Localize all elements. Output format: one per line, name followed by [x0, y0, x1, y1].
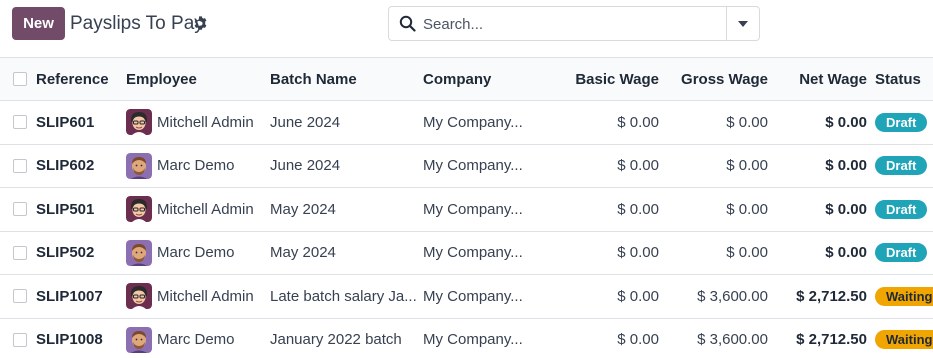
- employee-name: Marc Demo: [157, 331, 235, 349]
- net-wage-cell: $ 2,712.50: [796, 287, 867, 305]
- table-row[interactable]: SLIP1008 Marc Demo January 2022 batch My…: [0, 318, 933, 358]
- basic-wage-cell: $ 0.00: [617, 200, 659, 218]
- avatar: [126, 283, 152, 310]
- employee-name: Mitchell Admin: [157, 287, 254, 305]
- batch-cell: Late batch salary Ja...: [270, 287, 417, 305]
- gross-wage-cell: $ 0.00: [726, 113, 768, 131]
- column-batch-name[interactable]: Batch Name: [270, 58, 423, 101]
- avatar: [126, 109, 152, 136]
- table-row[interactable]: SLIP601 Mitchell Admin June 2024 My Comp…: [0, 101, 933, 144]
- gross-wage-cell: $ 0.00: [726, 244, 768, 262]
- basic-wage-cell: $ 0.00: [617, 113, 659, 131]
- batch-cell: June 2024: [270, 157, 341, 175]
- reference-cell: SLIP1007: [36, 287, 103, 305]
- status-badge: Draft: [875, 156, 928, 176]
- column-status[interactable]: Status: [875, 58, 933, 101]
- employee-name: Mitchell Admin: [157, 113, 254, 131]
- reference-cell: SLIP502: [36, 244, 95, 262]
- row-checkbox[interactable]: [13, 115, 27, 130]
- row-checkbox[interactable]: [13, 158, 27, 173]
- employee-name: Marc Demo: [157, 157, 235, 175]
- table-row[interactable]: SLIP502 Marc Demo May 2024 My Company...…: [0, 231, 933, 275]
- status-badge: Draft: [875, 243, 928, 263]
- net-wage-cell: $ 0.00: [825, 244, 867, 262]
- table-row[interactable]: SLIP501 Mitchell Admin May 2024 My Compa…: [0, 188, 933, 231]
- gross-wage-cell: $ 3,600.00: [697, 331, 768, 349]
- company-cell: My Company...: [423, 113, 523, 131]
- batch-cell: May 2024: [270, 200, 336, 218]
- control-panel: New Payslips To Pay: [0, 0, 933, 57]
- table-header: Reference Employee Batch Name Company Ba…: [0, 57, 933, 101]
- chevron-down-icon: [738, 20, 748, 27]
- column-reference[interactable]: Reference: [36, 58, 126, 101]
- status-badge: Waiting: [875, 286, 933, 306]
- row-checkbox[interactable]: [13, 289, 27, 304]
- column-net-wage[interactable]: Net Wage: [776, 58, 875, 101]
- table-row[interactable]: SLIP1007 Mitchell Admin Late batch salar…: [0, 275, 933, 318]
- status-badge: Draft: [875, 112, 928, 132]
- reference-cell: SLIP1008: [36, 331, 103, 349]
- gross-wage-cell: $ 0.00: [726, 200, 768, 218]
- search-input[interactable]: [423, 13, 713, 35]
- avatar: [126, 326, 152, 353]
- new-button[interactable]: New: [12, 7, 65, 40]
- reference-cell: SLIP501: [36, 200, 95, 218]
- batch-cell: January 2022 batch: [270, 331, 402, 349]
- basic-wage-cell: $ 0.00: [617, 244, 659, 262]
- column-employee[interactable]: Employee: [126, 58, 270, 101]
- gross-wage-cell: $ 0.00: [726, 157, 768, 175]
- table-row[interactable]: SLIP602 Marc Demo June 2024 My Company..…: [0, 144, 933, 188]
- reference-cell: SLIP601: [36, 113, 95, 131]
- basic-wage-cell: $ 0.00: [617, 287, 659, 305]
- basic-wage-cell: $ 0.00: [617, 157, 659, 175]
- search-icon[interactable]: [399, 15, 416, 32]
- company-cell: My Company...: [423, 157, 523, 175]
- row-checkbox[interactable]: [13, 202, 27, 217]
- basic-wage-cell: $ 0.00: [617, 331, 659, 349]
- net-wage-cell: $ 0.00: [825, 200, 867, 218]
- employee-name: Marc Demo: [157, 244, 235, 262]
- payslips-table: Reference Employee Batch Name Company Ba…: [0, 57, 933, 358]
- employee-name: Mitchell Admin: [157, 200, 254, 218]
- batch-cell: June 2024: [270, 113, 341, 131]
- net-wage-cell: $ 2,712.50: [796, 331, 867, 349]
- gear-icon[interactable]: [193, 16, 208, 31]
- page-title: Payslips To Pay: [70, 13, 204, 34]
- column-company[interactable]: Company: [423, 58, 547, 101]
- row-checkbox[interactable]: [13, 245, 27, 260]
- status-badge: Waiting: [875, 330, 933, 350]
- avatar: [126, 196, 152, 223]
- status-badge: Draft: [875, 199, 928, 219]
- company-cell: My Company...: [423, 244, 523, 262]
- reference-cell: SLIP602: [36, 157, 95, 175]
- search-options-toggle[interactable]: [726, 7, 759, 40]
- company-cell: My Company...: [423, 331, 523, 349]
- avatar: [126, 152, 152, 179]
- net-wage-cell: $ 0.00: [825, 157, 867, 175]
- batch-cell: May 2024: [270, 244, 336, 262]
- row-checkbox[interactable]: [13, 332, 27, 347]
- column-basic-wage[interactable]: Basic Wage: [547, 58, 667, 101]
- gross-wage-cell: $ 3,600.00: [697, 287, 768, 305]
- net-wage-cell: $ 0.00: [825, 113, 867, 131]
- company-cell: My Company...: [423, 287, 523, 305]
- select-all-checkbox[interactable]: [13, 72, 27, 86]
- company-cell: My Company...: [423, 200, 523, 218]
- search-bar: [388, 6, 760, 41]
- avatar: [126, 239, 152, 266]
- column-gross-wage[interactable]: Gross Wage: [667, 58, 776, 101]
